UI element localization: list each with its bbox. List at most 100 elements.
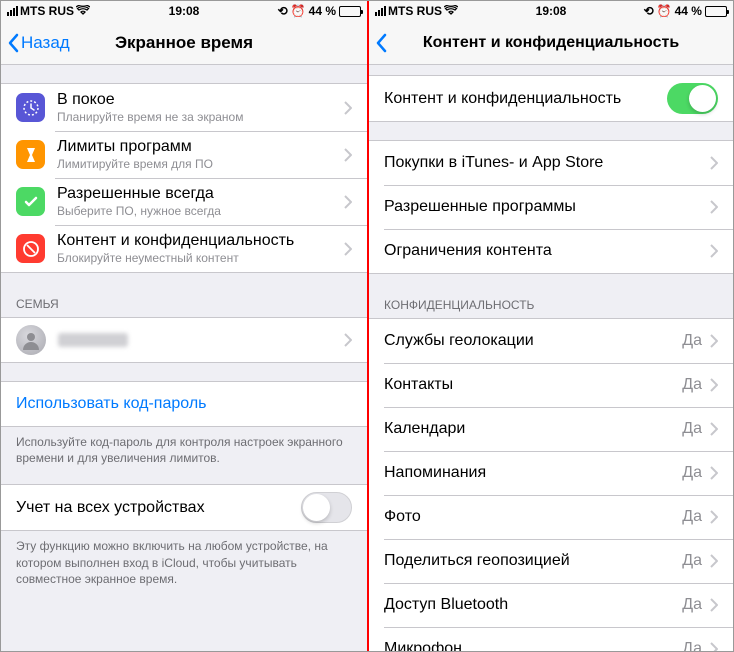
row-value: Да bbox=[682, 376, 702, 394]
chevron-right-icon bbox=[710, 200, 718, 214]
chevron-right-icon bbox=[710, 244, 718, 258]
back-button[interactable] bbox=[369, 33, 389, 53]
row-title: Микрофон bbox=[384, 640, 682, 651]
share-footer: Эту функцию можно включить на любом устр… bbox=[1, 531, 367, 587]
row-subtitle: Выберите ПО, нужное всегда bbox=[57, 204, 344, 218]
content-privacy-toggle[interactable] bbox=[667, 83, 718, 114]
settings-row[interactable]: Ограничения контента bbox=[369, 229, 733, 273]
carrier-label: MTS RUS bbox=[20, 4, 74, 18]
clock: 19:08 bbox=[125, 4, 243, 18]
chevron-right-icon bbox=[344, 101, 352, 115]
family-header: СЕМЬЯ bbox=[1, 291, 367, 317]
status-bar: MTS RUS 19:08 ⟲ ⏰ 44 % bbox=[369, 1, 733, 21]
battery-icon bbox=[339, 6, 361, 17]
share-toggle[interactable] bbox=[301, 492, 352, 523]
chevron-right-icon bbox=[710, 598, 718, 612]
clock: 19:08 bbox=[492, 4, 609, 18]
privacy-row[interactable]: Фото Да bbox=[369, 495, 733, 539]
settings-row[interactable]: В покое Планируйте время не за экраном bbox=[1, 84, 367, 131]
settings-row[interactable]: Покупки в iTunes- и App Store bbox=[369, 141, 733, 185]
settings-row[interactable]: Разрешенные программы bbox=[369, 185, 733, 229]
back-label: Назад bbox=[21, 33, 70, 53]
privacy-row[interactable]: Напоминания Да bbox=[369, 451, 733, 495]
row-value: Да bbox=[682, 508, 702, 526]
row-value: Да bbox=[682, 596, 702, 614]
passcode-footer: Используйте код-пароль для контроля наст… bbox=[1, 427, 367, 466]
status-bar: MTS RUS 19:08 ⟲ ⏰ 44 % bbox=[1, 1, 367, 21]
nav-bar: Назад Экранное время bbox=[1, 21, 367, 65]
row-title: Покупки в iTunes- и App Store bbox=[384, 154, 710, 172]
battery-percent: 44 % bbox=[309, 4, 336, 18]
privacy-row[interactable]: Поделиться геопозицией Да bbox=[369, 539, 733, 583]
chevron-right-icon bbox=[710, 422, 718, 436]
row-title: Контент и конфиденциальность bbox=[57, 232, 344, 250]
chevron-right-icon bbox=[344, 333, 352, 347]
battery-percent: 44 % bbox=[675, 4, 702, 18]
share-label: Учет на всех устройствах bbox=[16, 499, 301, 517]
chevron-left-icon bbox=[7, 33, 19, 53]
chevron-right-icon bbox=[344, 195, 352, 209]
wifi-icon bbox=[444, 4, 458, 18]
orientation-lock-icon: ⟲ bbox=[278, 4, 288, 18]
nav-bar: Контент и конфиденциальность bbox=[369, 21, 733, 65]
privacy-row[interactable]: Контакты Да bbox=[369, 363, 733, 407]
family-member-row[interactable] bbox=[1, 318, 367, 362]
row-icon bbox=[16, 187, 45, 216]
privacy-header: КОНФИДЕНЦИАЛЬНОСТЬ bbox=[369, 292, 733, 318]
row-title: Лимиты программ bbox=[57, 138, 344, 156]
chevron-right-icon bbox=[710, 510, 718, 524]
row-value: Да bbox=[682, 420, 702, 438]
battery-icon bbox=[705, 6, 727, 17]
avatar-icon bbox=[16, 325, 46, 355]
use-passcode-row[interactable]: Использовать код-пароль bbox=[1, 382, 367, 426]
row-title: Календари bbox=[384, 420, 682, 438]
alarm-icon: ⏰ bbox=[291, 4, 306, 18]
chevron-right-icon bbox=[344, 148, 352, 162]
chevron-right-icon bbox=[344, 242, 352, 256]
row-icon bbox=[16, 140, 45, 169]
content-privacy-pane: MTS RUS 19:08 ⟲ ⏰ 44 % Контент и конфиде… bbox=[367, 1, 733, 651]
use-passcode-label: Использовать код-пароль bbox=[16, 395, 352, 413]
signal-icon bbox=[7, 6, 18, 16]
row-title: Разрешенные всегда bbox=[57, 185, 344, 203]
privacy-row[interactable]: Календари Да bbox=[369, 407, 733, 451]
share-across-devices-row[interactable]: Учет на всех устройствах bbox=[1, 485, 367, 530]
row-title: Разрешенные программы bbox=[384, 198, 710, 216]
toggle-label: Контент и конфиденциальность bbox=[384, 90, 667, 108]
row-value: Да bbox=[682, 332, 702, 350]
row-title: Службы геолокации bbox=[384, 332, 682, 350]
row-subtitle: Планируйте время не за экраном bbox=[57, 110, 344, 124]
signal-icon bbox=[375, 6, 386, 16]
page-title: Контент и конфиденциальность bbox=[369, 34, 733, 52]
content-privacy-toggle-row[interactable]: Контент и конфиденциальность bbox=[369, 76, 733, 121]
chevron-right-icon bbox=[710, 554, 718, 568]
row-value: Да bbox=[682, 464, 702, 482]
family-member-name bbox=[58, 333, 128, 347]
row-value: Да bbox=[682, 552, 702, 570]
settings-row[interactable]: Контент и конфиденциальность Блокируйте … bbox=[1, 225, 367, 272]
privacy-row[interactable]: Доступ Bluetooth Да bbox=[369, 583, 733, 627]
privacy-row[interactable]: Микрофон Да bbox=[369, 627, 733, 651]
row-title: Напоминания bbox=[384, 464, 682, 482]
row-title: В покое bbox=[57, 91, 344, 109]
chevron-left-icon bbox=[375, 33, 387, 53]
carrier-label: MTS RUS bbox=[388, 4, 442, 18]
chevron-right-icon bbox=[710, 378, 718, 392]
orientation-lock-icon: ⟲ bbox=[644, 4, 654, 18]
back-button[interactable]: Назад bbox=[1, 33, 70, 53]
row-title: Контакты bbox=[384, 376, 682, 394]
row-title: Доступ Bluetooth bbox=[384, 596, 682, 614]
chevron-right-icon bbox=[710, 466, 718, 480]
row-value: Да bbox=[682, 640, 702, 651]
chevron-right-icon bbox=[710, 334, 718, 348]
privacy-row[interactable]: Службы геолокации Да bbox=[369, 319, 733, 363]
wifi-icon bbox=[76, 4, 90, 18]
alarm-icon: ⏰ bbox=[657, 4, 672, 18]
row-subtitle: Блокируйте неуместный контент bbox=[57, 251, 344, 265]
settings-row[interactable]: Лимиты программ Лимитируйте время для ПО bbox=[1, 131, 367, 178]
settings-row[interactable]: Разрешенные всегда Выберите ПО, нужное в… bbox=[1, 178, 367, 225]
row-icon bbox=[16, 93, 45, 122]
row-title: Фото bbox=[384, 508, 682, 526]
row-title: Поделиться геопозицией bbox=[384, 552, 682, 570]
row-icon bbox=[16, 234, 45, 263]
